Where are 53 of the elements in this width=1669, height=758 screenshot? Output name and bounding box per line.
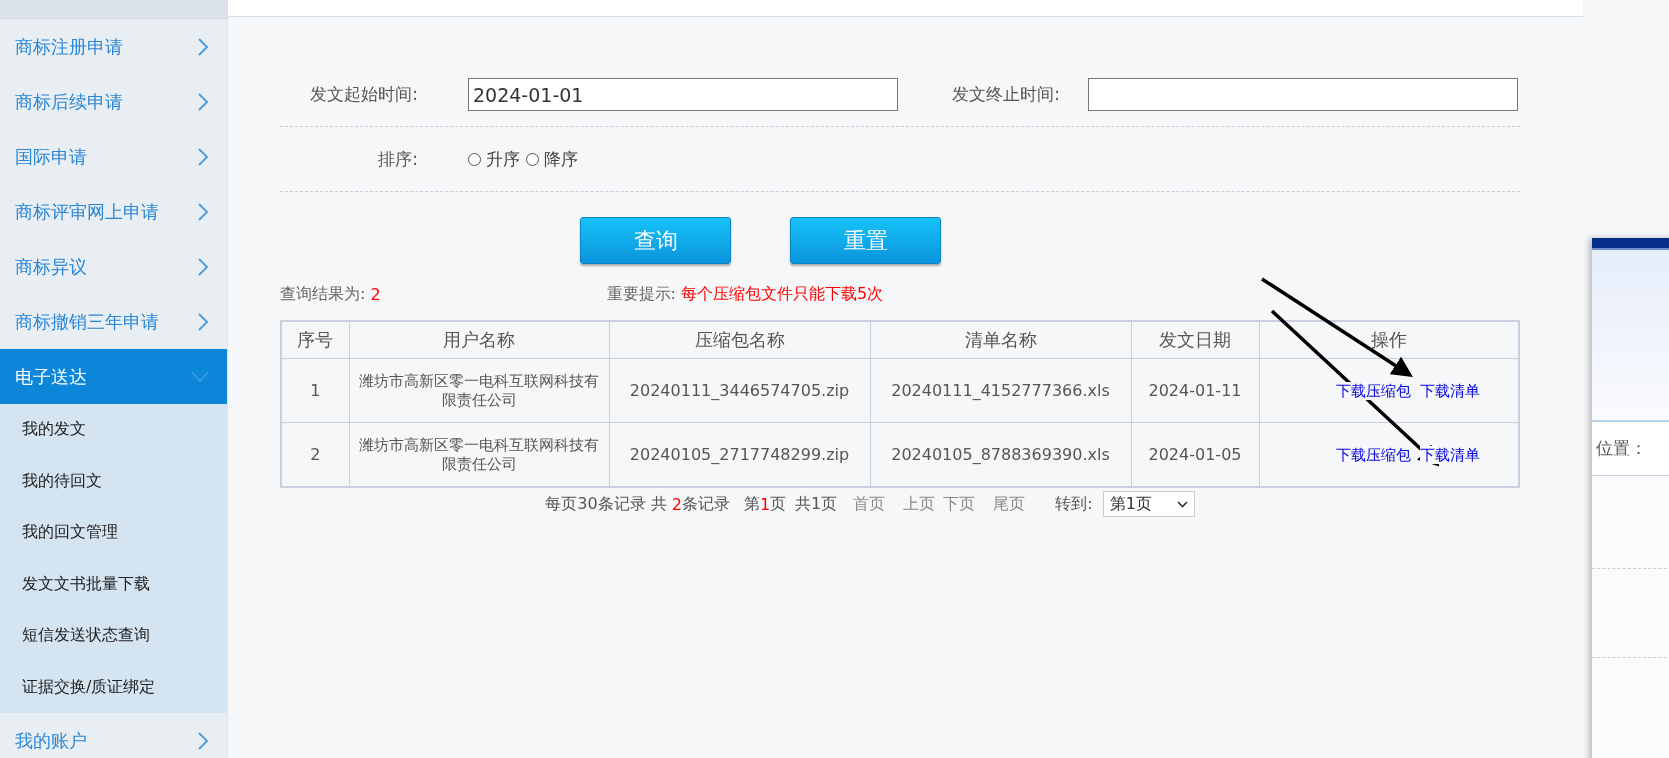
sidebar-subitem[interactable]: 我的回文管理 [0,507,227,559]
pager-current-page: 1 [759,494,771,514]
notice-label: 重要提示: [606,283,676,305]
table-cell: 20240111_4152777366.xls [870,358,1131,423]
page-select[interactable]: 第1页 [1102,491,1195,517]
chevron-right-icon [197,37,209,56]
result-label: 查询结果为: [280,283,366,305]
column-header: 清单名称 [870,321,1131,359]
sidebar-subitem[interactable]: 我的发文 [0,404,227,456]
sidebar-subitem[interactable]: 短信发送状态查询 [0,610,227,662]
field-label: 排序: [377,147,419,171]
goto-label: 转到: [1055,493,1093,515]
pager-text: 第 [743,493,760,515]
pager-text: 共1页 [795,493,838,515]
table-cell: 1 [281,358,349,423]
pager-text: 条记录 [681,493,730,515]
field-label: 发文终止时间: [951,83,1061,106]
date-input[interactable]: 2024-01-01 [468,78,898,111]
sort-radio[interactable]: 降序 [526,147,578,171]
download-link[interactable]: 下载清单 [1420,381,1481,400]
field-label: 发文起始时间: [309,83,419,106]
notice-text: 每个压缩包文件只能下载5次 [680,283,884,305]
download-link[interactable]: 下载压缩包 [1336,381,1412,400]
location-label: 位置： [1596,437,1647,460]
chevron-down-icon [191,370,209,383]
pager-count: 2 [671,494,682,514]
table-cell: 2024-01-11 [1131,358,1259,423]
date-input[interactable] [1088,78,1518,111]
pager-link[interactable]: 上页 [903,493,936,515]
caret-icon [1176,500,1188,508]
column-header: 序号 [281,321,349,359]
chevron-right-icon [197,147,209,166]
pager-text: 每页30条记录 [545,493,646,515]
chevron-right-icon [197,731,209,750]
chevron-right-icon [197,312,209,331]
column-header: 用户名称 [349,321,609,359]
column-header: 压缩包名称 [609,321,870,359]
pager-text: 共 [650,493,667,515]
chevron-right-icon [197,257,209,276]
result-count: 2 [370,284,381,304]
column-header: 发文日期 [1131,321,1259,359]
sidebar-subitem[interactable]: 证据交换/质证绑定 [0,661,227,713]
chevron-right-icon [197,92,209,111]
sort-radio[interactable]: 升序 [468,147,520,171]
table-cell: 潍坊市高新区零一电科互联网科技有限责任公司 [349,358,609,423]
download-link[interactable]: 下载清单 [1420,445,1481,464]
download-link[interactable]: 下载压缩包 [1336,445,1412,464]
pager-text: 页 [770,493,787,515]
sidebar-item[interactable]: 电子送达 [0,349,227,404]
chevron-right-icon [197,202,209,221]
sidebar-subitem[interactable]: 发文文书批量下载 [0,558,227,610]
sidebar-subitem[interactable]: 我的待回文 [0,455,227,507]
table-cell: 20240111_3446574705.zip [609,358,870,423]
